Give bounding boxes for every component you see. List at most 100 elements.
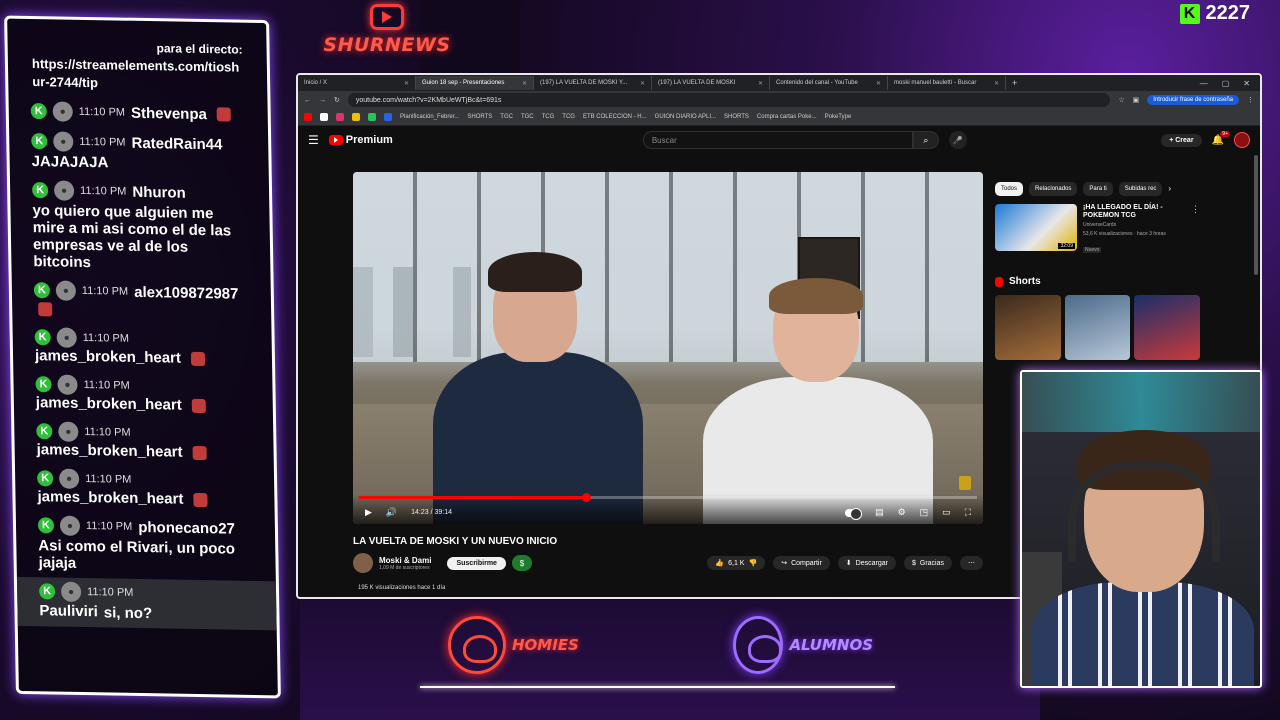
tab-item[interactable]: Contenido del canal - YouTube ✕ <box>770 76 888 90</box>
short-thumbnail[interactable] <box>1134 295 1201 360</box>
chat-username[interactable]: alex109872987 <box>134 283 239 302</box>
search-input[interactable]: Buscar <box>642 131 913 149</box>
mic-icon[interactable]: 🎤 <box>948 131 967 149</box>
close-icon[interactable]: ✕ <box>404 80 409 87</box>
star-icon[interactable]: ☆ <box>1118 96 1124 104</box>
password-pill[interactable]: Introducir frase de contraseña <box>1147 95 1239 105</box>
bookmark[interactable]: TCG <box>542 114 555 120</box>
new-tab-button[interactable]: + <box>1006 78 1023 88</box>
tab-item[interactable]: Guion 18 sep - Presentaciones ✕ <box>416 76 534 90</box>
chat-username[interactable]: Pauliviri <box>39 602 98 620</box>
chat-username[interactable]: james_broken_heart <box>37 488 183 508</box>
emote-icon <box>192 445 207 460</box>
chat-username[interactable]: james_broken_heart <box>35 347 181 367</box>
chat-username[interactable]: james_broken_heart <box>37 441 183 461</box>
channel-name[interactable]: Moski & Dami <box>379 556 431 565</box>
bookmark[interactable]: GUION DIARIO APLI... <box>655 114 716 120</box>
reload-icon[interactable]: ↻ <box>334 96 340 104</box>
minimize-icon[interactable]: — <box>1200 79 1208 88</box>
chat-panel: para el directo: https://streamelements.… <box>4 15 281 699</box>
tab-item[interactable]: Inicio / X ✕ <box>298 76 416 90</box>
miniplayer-icon[interactable]: ◳ <box>920 507 929 518</box>
autoplay-toggle[interactable] <box>845 507 863 520</box>
webcam-body <box>1032 582 1254 686</box>
chat-username[interactable]: james_broken_heart <box>36 394 182 414</box>
more-button[interactable]: ⋯ <box>960 556 983 570</box>
chat-header-link[interactable]: https://streamelements.com/tioshur-2744/… <box>32 55 244 95</box>
volume-icon[interactable]: 🔊 <box>386 507 397 518</box>
youtube-logo[interactable]: Premium <box>328 134 393 146</box>
maximize-icon[interactable]: ▢ <box>1222 79 1230 88</box>
like-button[interactable]: 👍 6,1 K 👎 <box>707 556 766 570</box>
bell-icon[interactable]: 🔔 9+ <box>1212 130 1230 146</box>
bookmark[interactable]: Planificación_Febrer... <box>400 114 459 120</box>
thumbs-down-icon[interactable]: 👎 <box>748 559 757 567</box>
avatar[interactable] <box>353 553 373 573</box>
download-button[interactable]: ⬇ Descargar <box>837 556 896 570</box>
more-vert-icon[interactable]: ⋮ <box>1191 204 1200 256</box>
bookmark[interactable]: TGC <box>521 114 534 120</box>
address-input[interactable]: youtube.com/watch?v=2KMbUeWTjBc&t=691s <box>347 93 1111 107</box>
chip-para-ti[interactable]: Para ti <box>1083 182 1113 196</box>
bookmark[interactable]: PokeType <box>825 114 852 120</box>
recommended-video[interactable]: 32:09 ¡HA LLEGADO EL DÍA! - POKEMON TCG … <box>995 204 1200 256</box>
settings-icon[interactable]: ⚙ <box>898 507 906 518</box>
avatar[interactable] <box>1234 132 1250 148</box>
bookmark-icon[interactable] <box>368 113 376 121</box>
video-player[interactable]: ▶ 🔊 14:23 / 39:14 ▤ ⚙ ◳ ▭ ⛶ <box>353 172 983 524</box>
search-icon[interactable]: ⌕ <box>912 131 939 149</box>
x-bookmark-icon[interactable] <box>320 113 328 121</box>
theater-icon[interactable]: ▭ <box>942 507 951 518</box>
tab-item[interactable]: (197) LA VUELTA DE MOSKI Y... ✕ <box>534 76 652 90</box>
menu-icon[interactable]: ⋮ <box>1247 96 1254 104</box>
chip-relacionados[interactable]: Relacionados <box>1029 182 1078 196</box>
join-button[interactable]: $ <box>511 555 532 571</box>
bookmark-icon[interactable] <box>352 113 360 121</box>
create-button[interactable]: + Crear <box>1161 133 1202 147</box>
chat-time: 11:10 PM <box>85 472 132 486</box>
kick-badge-icon: K <box>31 182 49 199</box>
extensions-icon[interactable]: ▣ <box>1133 96 1140 104</box>
tab-item[interactable]: moski manuel baulettí - Buscar ✕ <box>888 76 1006 90</box>
channel-watermark-icon[interactable] <box>959 476 971 490</box>
forward-icon[interactable]: → <box>319 97 326 104</box>
bookmark[interactable]: ETB COLECCION - H... <box>583 114 647 120</box>
thanks-button[interactable]: $ Gracias <box>903 556 952 570</box>
close-window-icon[interactable]: ✕ <box>1243 79 1250 88</box>
progress-knob[interactable] <box>581 493 591 502</box>
scrollbar[interactable] <box>1254 155 1258 275</box>
chat-username[interactable]: RatedRain44 <box>131 134 222 153</box>
bookmark[interactable]: Compra cartas Poke... <box>757 114 817 120</box>
play-icon[interactable]: ▶ <box>365 507 372 518</box>
subscribe-button[interactable]: Suscribirme <box>447 556 506 570</box>
short-thumbnail[interactable] <box>995 295 1061 360</box>
bookmark[interactable]: TGC <box>500 114 513 120</box>
tab-item[interactable]: (197) LA VUELTA DE MOSKI ✕ <box>652 76 770 90</box>
close-icon[interactable]: ✕ <box>522 80 527 87</box>
progress-bar[interactable] <box>359 493 977 502</box>
youtube-bookmark-icon[interactable] <box>304 113 312 121</box>
short-thumbnail[interactable] <box>1064 295 1131 360</box>
close-icon[interactable]: ✕ <box>640 80 645 87</box>
close-icon[interactable]: ✕ <box>876 80 881 87</box>
bookmark[interactable]: SHORTS <box>724 114 749 120</box>
bookmark[interactable]: SHORTS <box>467 114 492 120</box>
chevron-right-icon[interactable]: › <box>1168 182 1171 196</box>
chip-todos[interactable]: Todos <box>995 182 1024 196</box>
avatar: ● <box>52 101 73 122</box>
bookmark-icon[interactable] <box>384 113 392 121</box>
share-button[interactable]: ↪ Compartir <box>773 556 830 570</box>
subtitles-icon[interactable]: ▤ <box>875 507 884 518</box>
video-thumbnail[interactable]: 32:09 <box>995 204 1077 251</box>
close-icon[interactable]: ✕ <box>994 80 999 87</box>
chat-username[interactable]: phonecano27 <box>138 518 235 537</box>
fullscreen-icon[interactable]: ⛶ <box>965 507 971 518</box>
chat-username[interactable]: Nhuron <box>132 183 186 201</box>
bookmark[interactable]: TCG <box>562 114 575 120</box>
chat-username[interactable]: Sthevenpa <box>131 104 207 122</box>
instagram-bookmark-icon[interactable] <box>336 113 344 121</box>
back-icon[interactable]: ← <box>304 97 311 104</box>
hamburger-icon[interactable]: ☰ <box>308 133 319 147</box>
close-icon[interactable]: ✕ <box>758 80 763 87</box>
chip-subidas[interactable]: Subidas rec <box>1118 182 1163 196</box>
